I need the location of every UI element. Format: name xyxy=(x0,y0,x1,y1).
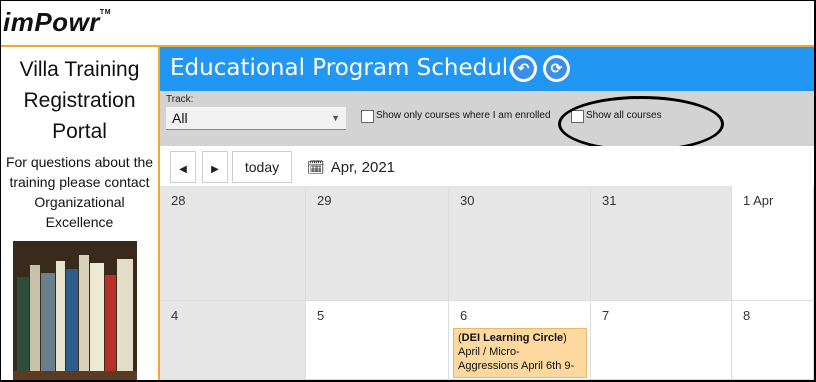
calendar-icon: 🗓 xyxy=(307,159,325,175)
month-label: Apr, 2021 xyxy=(330,159,395,176)
main-panel: Educational Program Schedule ↶ ⟳ Track: … xyxy=(160,47,814,380)
day-cell[interactable]: 28 xyxy=(160,186,306,301)
trademark: TM xyxy=(99,9,112,16)
refresh-button[interactable]: ⟳ xyxy=(543,55,570,82)
day-number: 8 xyxy=(743,308,751,323)
portal-title-line: Portal xyxy=(52,120,107,143)
filter-bar: Track: All ▼ Show only courses where I a… xyxy=(160,91,814,152)
day-cell[interactable]: 1 Apr xyxy=(732,186,814,301)
day-cell[interactable]: 4 xyxy=(160,301,306,380)
undo-arrow-icon: ↶ xyxy=(513,58,534,79)
track-select[interactable]: All ▼ xyxy=(166,107,346,130)
calendar-grid: 28 29 30 31 1 Apr 4 5 6 (DEI Learning Ci… xyxy=(160,186,814,380)
page-title: Educational Program Schedule xyxy=(170,55,523,81)
top-bar: imPowrTM xyxy=(1,1,814,47)
bookshelf-image xyxy=(13,241,137,380)
track-label: Track: xyxy=(166,94,194,105)
day-number: 28 xyxy=(171,193,186,208)
contact-line: For questions about the xyxy=(5,154,154,170)
annotation-ellipse xyxy=(558,96,724,152)
day-cell[interactable]: 6 (DEI Learning Circle) April / Micro- A… xyxy=(449,301,591,380)
day-number: 7 xyxy=(602,308,610,323)
day-cell[interactable]: 31 xyxy=(591,186,732,301)
prev-month-button[interactable]: ◀ xyxy=(170,151,196,183)
next-month-button[interactable]: ▶ xyxy=(202,151,228,183)
contact-line: Organizational xyxy=(34,194,125,210)
day-number: 6 xyxy=(460,308,468,323)
calendar-toolbar: ◀ ▶ today 🗓 Apr, 2021 xyxy=(160,146,814,186)
today-button[interactable]: today xyxy=(232,151,292,183)
contact-info: For questions about the training please … xyxy=(1,152,158,232)
track-selected-value: All xyxy=(172,110,188,126)
portal-title-line: Registration xyxy=(23,89,136,112)
event-title: (DEI Learning Circle) xyxy=(458,332,567,344)
sidebar: Villa Training Registration Portal For q… xyxy=(1,47,160,380)
back-button[interactable]: ↶ xyxy=(510,55,537,82)
day-number: 29 xyxy=(317,193,332,208)
day-cell[interactable]: 29 xyxy=(306,186,449,301)
chevron-down-icon: ▼ xyxy=(331,113,340,123)
schedule-header: Educational Program Schedule ↶ ⟳ xyxy=(160,47,814,91)
next-arrow-icon: ▶ xyxy=(211,164,219,175)
impowr-logo[interactable]: imPowrTM xyxy=(3,7,111,38)
day-number: 4 xyxy=(171,308,179,323)
portal-title-line: Villa Training xyxy=(19,58,140,81)
portal-title: Villa Training Registration Portal xyxy=(1,54,158,147)
day-cell[interactable]: 5 xyxy=(306,301,449,380)
day-cell[interactable]: 7 xyxy=(591,301,732,380)
calendar-event[interactable]: (DEI Learning Circle) April / Micro- Agg… xyxy=(453,328,587,378)
enrolled-only-checkbox[interactable] xyxy=(361,110,374,123)
day-number: 31 xyxy=(602,193,617,208)
enrolled-only-label: Show only courses where I am enrolled xyxy=(376,110,551,121)
day-cell[interactable]: 30 xyxy=(449,186,591,301)
refresh-icon: ⟳ xyxy=(546,58,567,79)
day-number: 1 Apr xyxy=(743,193,774,208)
day-cell[interactable]: 8 xyxy=(732,301,814,380)
contact-line: Excellence xyxy=(45,214,114,230)
prev-arrow-icon: ◀ xyxy=(179,164,187,175)
event-line: April / Micro- xyxy=(458,346,520,358)
day-number: 30 xyxy=(460,193,475,208)
event-line: Aggressions April 6th 9- xyxy=(458,360,575,372)
day-number: 5 xyxy=(317,308,325,323)
current-month: 🗓 Apr, 2021 xyxy=(307,159,395,176)
app-window: imPowrTM Villa Training Registration Por… xyxy=(1,1,814,380)
contact-line: training please contact xyxy=(9,174,150,190)
